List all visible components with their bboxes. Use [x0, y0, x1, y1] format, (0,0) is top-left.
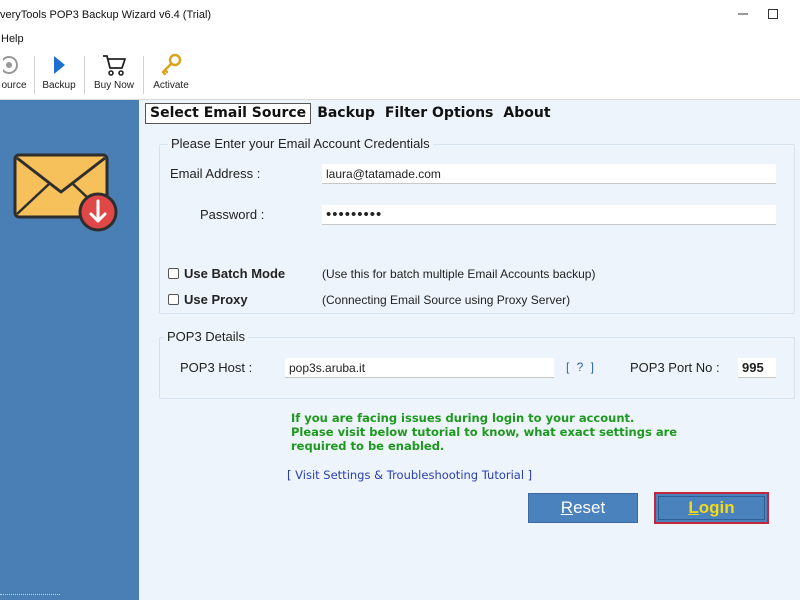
source-icon	[3, 52, 25, 78]
reset-button[interactable]: Reset	[528, 493, 638, 523]
pop3-host-label: POP3 Host :	[180, 360, 253, 375]
pop3-details-title: POP3 Details	[164, 329, 249, 344]
toolbar-backup-label: Backup	[42, 80, 76, 91]
pop3-port-label: POP3 Port No :	[630, 360, 720, 375]
key-icon	[159, 52, 183, 78]
toolbar-buy-now-label: Buy Now	[93, 80, 134, 91]
email-address-label: Email Address :	[170, 166, 261, 181]
maximize-button[interactable]	[760, 3, 786, 25]
notice-line-1: If you are facing issues during login to…	[291, 411, 635, 425]
reset-button-label: eset	[573, 498, 606, 517]
minimize-button[interactable]	[730, 3, 756, 25]
left-panel	[0, 100, 139, 580]
batch-mode-checkbox-row[interactable]: Use Batch Mode	[168, 266, 285, 281]
toolbar-separator	[34, 56, 35, 94]
status-bar	[0, 580, 800, 600]
cart-icon	[101, 52, 127, 78]
tab-select-email-source[interactable]: Select Email Source	[145, 103, 312, 124]
notice-line-2: Please visit below tutorial to know, wha…	[291, 425, 678, 439]
toolbar-backup-button[interactable]: Backup	[38, 52, 80, 98]
title-bar: veryTools POP3 Backup Wizard v6.4 (Trial…	[0, 0, 800, 30]
batch-mode-checkbox[interactable]	[168, 268, 179, 279]
tab-backup[interactable]: Backup	[313, 104, 379, 124]
toolbar-activate-button[interactable]: Activate	[148, 52, 194, 98]
main-content: Select Email Source Backup Filter Option…	[139, 100, 800, 580]
tab-filter-options[interactable]: Filter Options	[380, 104, 498, 124]
notice-line-3: required to be enabled.	[291, 439, 445, 453]
toolbar-separator	[143, 56, 144, 94]
login-button-mnemonic: L	[688, 498, 699, 517]
credentials-group-title: Please Enter your Email Account Credenti…	[168, 136, 433, 151]
proxy-label: Use Proxy	[184, 292, 248, 307]
proxy-hint: (Connecting Email Source using Proxy Ser…	[322, 293, 571, 307]
login-button-label: ogin	[698, 498, 735, 517]
email-download-icon	[12, 150, 120, 237]
tab-strip: Select Email Source Backup Filter Option…	[145, 102, 557, 124]
pop3-help-link[interactable]: [ ? ]	[566, 360, 596, 374]
tutorial-link[interactable]: [ Visit Settings & Troubleshooting Tutor…	[287, 468, 532, 482]
status-bar-left	[0, 580, 139, 600]
password-field[interactable]: •••••••••	[322, 205, 776, 225]
proxy-checkbox-row[interactable]: Use Proxy	[168, 292, 248, 307]
toolbar-buy-now-button[interactable]: Buy Now	[89, 52, 139, 98]
pop3-port-field[interactable]: 995	[738, 358, 776, 378]
toolbar-source-button[interactable]: ource	[0, 52, 32, 98]
tab-about[interactable]: About	[499, 104, 555, 124]
batch-mode-hint: (Use this for batch multiple Email Accou…	[322, 267, 596, 281]
minimize-icon	[738, 13, 748, 15]
window-title: veryTools POP3 Backup Wizard v6.4 (Trial…	[0, 9, 212, 21]
login-button[interactable]: Login	[654, 492, 769, 524]
batch-mode-label: Use Batch Mode	[184, 266, 286, 281]
password-label: Password :	[200, 207, 265, 222]
login-button-inner: Login	[658, 496, 765, 520]
status-bar-grip	[0, 594, 60, 597]
pop3-host-field[interactable]: pop3s.aruba.it	[285, 358, 554, 378]
menu-help[interactable]: Help	[0, 33, 25, 45]
proxy-checkbox[interactable]	[168, 294, 179, 305]
toolbar: ource Backup Buy Now Activate	[0, 50, 800, 100]
email-address-field[interactable]: laura@tatamade.com	[322, 164, 776, 184]
play-icon	[51, 52, 67, 78]
toolbar-separator	[84, 56, 85, 94]
reset-button-mnemonic: R	[560, 498, 574, 517]
maximize-icon	[768, 9, 778, 19]
menu-bar: Help	[0, 30, 800, 50]
toolbar-source-label: ource	[1, 80, 27, 91]
toolbar-activate-label: Activate	[153, 80, 189, 91]
login-issue-notice: If you are facing issues during login to…	[291, 411, 711, 453]
